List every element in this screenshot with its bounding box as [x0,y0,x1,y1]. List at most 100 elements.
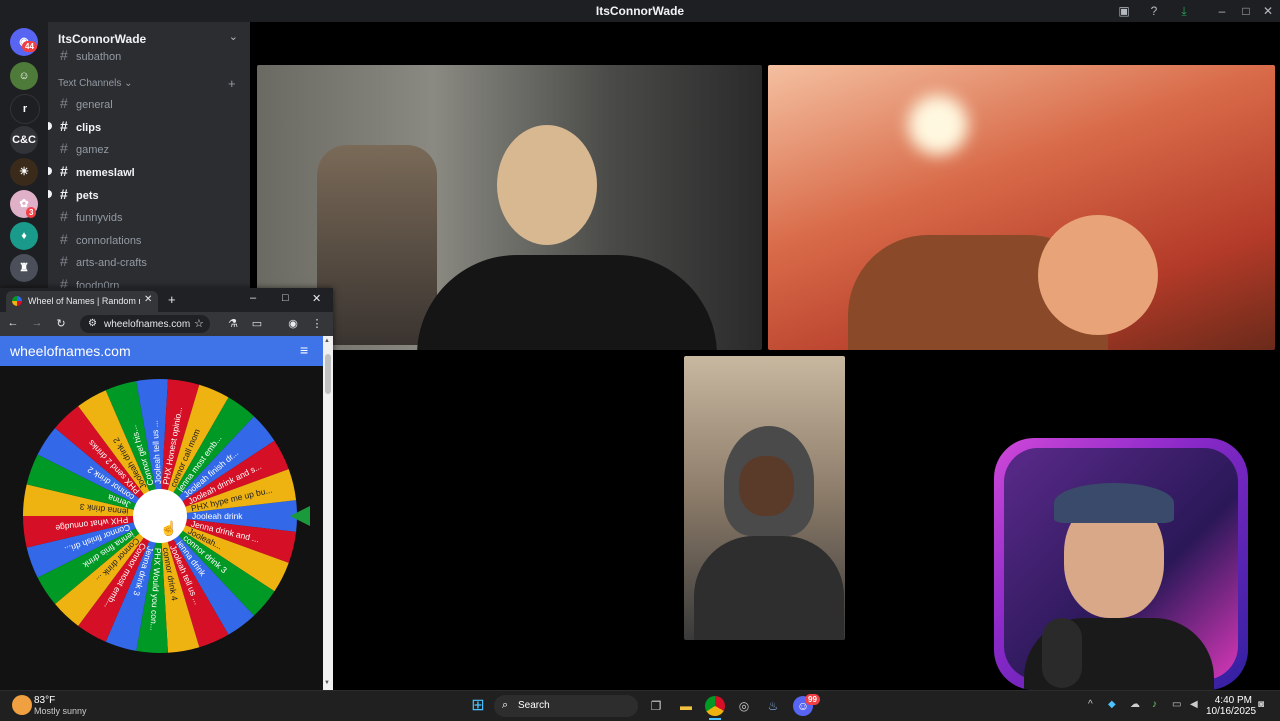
volume-icon[interactable]: ◀ [1190,699,1198,710]
inbox-icon[interactable]: ▣ [1116,3,1132,19]
url-text: wheelofnames.com [104,319,191,330]
scrollbar[interactable]: ▲ ▼ [323,336,333,690]
channel-general[interactable]: # general [60,94,113,112]
network-icon[interactable]: ▭ [1172,699,1181,710]
clock-time[interactable]: 4:40 PM [1212,695,1252,706]
minimize-icon[interactable]: – [1214,3,1230,19]
steam-icon[interactable]: ♨ [763,696,783,716]
bookmark-star-icon[interactable]: ☆ [194,317,204,330]
channel-arts-and-crafts[interactable]: # arts-and-crafts [60,252,147,270]
weather-desc: Mostly sunny [34,706,87,716]
person-body [694,536,844,640]
channel-pets[interactable]: # pets [60,185,99,203]
tray-cloud-icon[interactable]: ☁ [1130,699,1140,710]
hash-icon: # [60,208,68,224]
window-title: ItsConnorWade [595,4,685,18]
channel-clips[interactable]: # clips [60,117,101,135]
server-5-icon[interactable]: ☀ [10,158,38,186]
extension-icon[interactable]: ⚗ [226,317,240,330]
tab-close-icon[interactable]: ✕ [144,294,152,305]
forward-icon[interactable]: → [30,317,44,329]
weather-temp[interactable]: 83°F [34,695,55,706]
server-cnc[interactable]: C&C [10,126,38,154]
mouse-cursor-icon: ☝ [160,520,178,536]
start-windows-icon[interactable]: ⊞ [468,696,488,716]
channel-funnyvids[interactable]: # funnyvids [60,207,122,225]
menu-dots-icon[interactable]: ⋮ [310,317,324,330]
person-face [497,125,597,245]
hash-icon: # [60,163,68,179]
add-channel-icon[interactable]: + [228,76,236,91]
scroll-up-icon[interactable]: ▲ [324,338,330,344]
hash-icon: # [60,186,68,202]
reload-icon[interactable]: ↻ [54,317,68,330]
server-8-icon[interactable]: ♜ [10,254,38,282]
server-7-icon[interactable]: ♦ [10,222,38,250]
site-info-icon[interactable]: ⚙ [88,318,97,329]
site-title[interactable]: wheelofnames.com [10,343,131,359]
microphone-shape [1042,618,1082,688]
home-badge: 44 [22,41,37,52]
server-name[interactable]: ItsConnorWade [58,32,146,46]
browser-toolbar: ← → ↻ ⚙ wheelofnames.com ☆ ⚗ ▭ ◉ ⋮ [0,312,333,336]
address-bar[interactable]: ⚙ wheelofnames.com ☆ [80,315,210,333]
server-6-badge: 3 [26,207,37,218]
channel-subathon[interactable]: # subathon [60,46,121,64]
search-icon: ⌕ [502,699,509,711]
clock-date[interactable]: 10/16/2025 [1206,706,1256,717]
obs-icon[interactable]: ◎ [734,696,754,716]
person-face [739,456,794,516]
streamer-webcam[interactable] [994,438,1248,690]
light-glow [908,95,968,155]
close-icon[interactable]: ✕ [312,292,321,305]
taskbar: 83°F Mostly sunny ⊞ ⌕ Search ❐ ▬ ◎ ♨ ☺ 9… [0,690,1280,721]
hash-icon: # [60,118,68,134]
close-icon[interactable]: ✕ [1260,3,1276,19]
help-icon[interactable]: ? [1146,3,1162,19]
server-avatar-icon[interactable]: ☺ [10,62,38,90]
maximize-icon[interactable]: □ [1238,3,1254,19]
channel-gamez[interactable]: # gamez [60,139,109,157]
task-view-icon[interactable]: ❐ [646,696,666,716]
channel-connorlations[interactable]: # connorlations [60,230,141,248]
maximize-icon[interactable]: □ [282,292,289,304]
tray-app-icon[interactable]: ◆ [1108,699,1116,710]
hash-icon: # [60,231,68,247]
hamburger-menu-icon[interactable]: ≡ [300,342,308,358]
video-tile-3[interactable] [684,356,845,640]
scrollbar-thumb[interactable] [325,354,331,394]
server-r[interactable]: r [10,94,40,124]
section-text-channels[interactable]: Text Channels ⌄ [58,78,133,89]
wheel-favicon-icon [12,296,22,306]
channel-memeslawl[interactable]: # memeslawl [60,162,135,180]
unread-indicator [48,190,52,198]
search-box[interactable]: ⌕ Search [494,695,638,717]
weather-icon[interactable] [12,695,32,715]
tray-overflow-icon[interactable]: ^ [1088,699,1093,710]
tab-title: Wheel of Names | Random nam [28,296,140,306]
title-bar: ItsConnorWade ▣ ? ⤓ – □ ✕ [0,0,1280,22]
chevron-down-icon[interactable]: ⌄ [229,30,238,43]
video-tile-2[interactable] [768,65,1275,350]
hash-icon: # [60,47,68,63]
back-icon[interactable]: ← [6,317,20,329]
tray-mic-icon[interactable]: ♪ [1152,699,1157,710]
coats-shape [317,145,437,345]
cast-icon[interactable]: ▭ [250,317,264,330]
new-tab-icon[interactable]: + [168,292,176,307]
hash-icon: # [60,253,68,269]
hash-icon: # [60,95,68,111]
browser-tab[interactable]: Wheel of Names | Random nam ✕ [6,291,158,312]
file-explorer-icon[interactable]: ▬ [676,696,696,716]
wheel-page: wheelofnames.com ≡ ▲ ▼ Jooleah drink Jenn… [0,336,333,690]
browser-tab-bar: Wheel of Names | Random nam ✕ + – □ ✕ [0,288,333,312]
notification-icon[interactable]: ◙ [1258,699,1264,710]
download-icon[interactable]: ⤓ [1176,3,1192,19]
hash-icon: # [60,140,68,156]
person-body [417,255,717,350]
scroll-down-icon[interactable]: ▼ [324,680,330,686]
profile-icon[interactable]: ◉ [286,317,300,330]
discord-badge: 99 [805,694,820,705]
minimize-icon[interactable]: – [250,292,256,304]
chrome-icon[interactable] [705,696,725,716]
